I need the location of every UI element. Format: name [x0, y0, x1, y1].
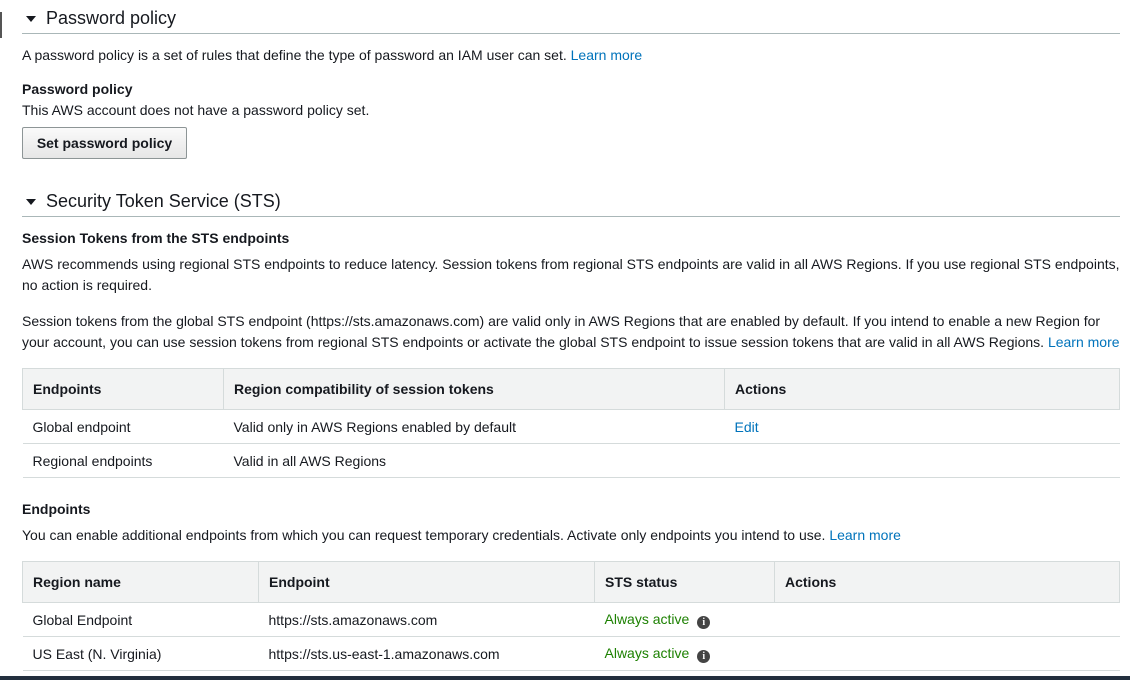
password-policy-learn-more-link[interactable]: Learn more: [571, 47, 643, 63]
sts-status: Always active: [604, 644, 690, 661]
session-tokens-table: Endpoints Region compatibility of sessio…: [22, 368, 1120, 478]
sts-status-cell: Always active i: [594, 636, 775, 671]
bottom-bar: [0, 676, 1130, 680]
password-policy-description: A password policy is a set of rules that…: [22, 45, 642, 66]
region-compatibility: Valid only in AWS Regions enabled by def…: [223, 409, 725, 444]
column-header-actions: Actions: [724, 368, 1120, 410]
actions-cell: [724, 443, 1120, 478]
actions-cell: [774, 602, 1120, 637]
column-header-region-compatibility: Region compatibility of session tokens: [223, 368, 725, 410]
table-row: Global endpoint Valid only in AWS Region…: [22, 409, 1120, 444]
endpoints-description-text: You can enable additional endpoints from…: [22, 527, 826, 543]
column-header-actions: Actions: [774, 561, 1120, 603]
table-header-row: Region name Endpoint STS status Actions: [22, 561, 1120, 603]
endpoint-name: Regional endpoints: [22, 443, 224, 478]
endpoint-url: https://sts.amazonaws.com: [258, 602, 595, 637]
sts-paragraph-1: AWS recommends using regional STS endpoi…: [22, 256, 1120, 293]
column-header-endpoints: Endpoints: [22, 368, 224, 410]
column-header-sts-status: STS status: [594, 561, 775, 603]
sts-learn-more-link[interactable]: Learn more: [1048, 334, 1120, 350]
region-name: US East (N. Virginia): [22, 636, 259, 671]
sts-status: Always active: [604, 610, 690, 627]
caret-down-icon[interactable]: [26, 199, 36, 205]
password-policy-section-header[interactable]: Password policy: [22, 3, 1120, 34]
table-row: Global Endpoint https://sts.amazonaws.co…: [22, 602, 1120, 637]
password-policy-status: This AWS account does not have a passwor…: [22, 102, 370, 118]
edit-global-endpoint-link[interactable]: Edit: [735, 419, 759, 435]
actions-cell: Edit: [724, 409, 1120, 444]
endpoints-description: You can enable additional endpoints from…: [22, 525, 901, 546]
sts-title: Security Token Service (STS): [46, 190, 281, 211]
sts-section-header[interactable]: Security Token Service (STS): [22, 186, 1120, 217]
table-row: Regional endpoints Valid in all AWS Regi…: [22, 443, 1120, 478]
sts-paragraph-2: Session tokens from the global STS endpo…: [22, 311, 1122, 353]
endpoint-url: https://sts.us-east-1.amazonaws.com: [258, 636, 595, 671]
sts-subheading: Session Tokens from the STS endpoints: [22, 230, 290, 246]
table-row: US East (N. Virginia) https://sts.us-eas…: [22, 636, 1120, 671]
endpoints-heading: Endpoints: [22, 501, 91, 517]
password-policy-title: Password policy: [46, 7, 177, 28]
endpoint-name: Global endpoint: [22, 409, 224, 444]
password-policy-subheading: Password policy: [22, 81, 133, 97]
caret-down-icon[interactable]: [26, 16, 36, 22]
sts-status-cell: Always active i: [594, 602, 775, 637]
password-policy-description-text: A password policy is a set of rules that…: [22, 47, 567, 63]
info-icon[interactable]: i: [697, 615, 711, 629]
info-icon[interactable]: i: [697, 649, 711, 663]
region-name: Global Endpoint: [22, 602, 259, 637]
region-compatibility: Valid in all AWS Regions: [223, 443, 725, 478]
endpoints-table: Region name Endpoint STS status Actions …: [22, 561, 1120, 671]
column-header-region-name: Region name: [22, 561, 259, 603]
set-password-policy-button[interactable]: Set password policy: [22, 127, 187, 159]
panel-edge-marker: [0, 12, 2, 38]
table-header-row: Endpoints Region compatibility of sessio…: [22, 368, 1120, 410]
column-header-endpoint: Endpoint: [258, 561, 595, 603]
actions-cell: [774, 636, 1120, 671]
sts-paragraph-2-text: Session tokens from the global STS endpo…: [22, 313, 1101, 350]
endpoints-learn-more-link[interactable]: Learn more: [829, 527, 901, 543]
